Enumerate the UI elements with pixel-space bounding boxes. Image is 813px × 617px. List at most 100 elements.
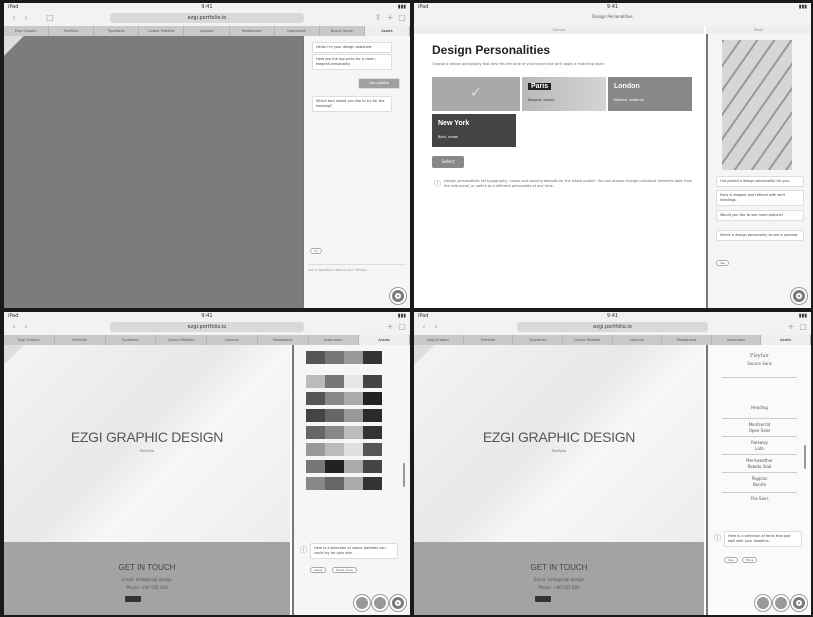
font-option[interactable]: Lato xyxy=(708,446,811,452)
color-swatch[interactable] xyxy=(344,443,363,456)
tab[interactable]: Brand Guide xyxy=(320,26,365,36)
color-swatch[interactable] xyxy=(344,426,363,439)
font-option[interactable]: Source Sans xyxy=(708,361,811,367)
color-swatch[interactable] xyxy=(325,375,344,388)
color-swatch[interactable] xyxy=(344,392,363,405)
settings-button[interactable] xyxy=(372,595,388,611)
palette-row[interactable] xyxy=(306,443,382,456)
tab[interactable]: Colour Palettes xyxy=(563,335,613,345)
palette-row[interactable] xyxy=(306,460,382,473)
palette-row[interactable] xyxy=(306,392,382,405)
tabs-icon[interactable]: ▢ xyxy=(799,322,807,331)
tabs-icon[interactable]: ▢ xyxy=(398,322,406,331)
tab[interactable]: Inspiration xyxy=(309,335,360,345)
forward-icon[interactable]: › xyxy=(22,13,30,22)
color-swatch[interactable] xyxy=(325,426,344,439)
tab[interactable]: Typefaces xyxy=(94,26,140,36)
tab-active[interactable]: Assets xyxy=(761,335,811,345)
tab[interactable]: Colour Palettes xyxy=(156,335,207,345)
tab[interactable]: Moodboard xyxy=(258,335,309,345)
color-swatch[interactable] xyxy=(306,409,325,422)
personality-card-london[interactable]: London Modern, editorial xyxy=(608,77,692,111)
color-swatch[interactable] xyxy=(363,392,382,405)
color-swatch[interactable] xyxy=(306,392,325,405)
font-option[interactable]: Nunito xyxy=(708,482,811,488)
url-bar[interactable]: ezgi.portfolio.io xyxy=(109,322,305,332)
tab[interactable]: Portfolio xyxy=(464,335,514,345)
scrollbar-thumb[interactable] xyxy=(403,463,405,487)
tabs-icon[interactable]: ▢ xyxy=(398,13,406,22)
color-swatch[interactable] xyxy=(306,426,325,439)
color-swatch[interactable] xyxy=(344,351,363,364)
assistant-button[interactable] xyxy=(791,288,807,304)
palette-row[interactable] xyxy=(306,351,382,364)
contact-button[interactable] xyxy=(535,596,551,602)
font-option[interactable]: Heading xyxy=(708,405,811,411)
color-swatch[interactable] xyxy=(363,351,382,364)
chat-reply[interactable]: Use palette xyxy=(358,78,400,89)
tab[interactable]: Portfolio xyxy=(49,26,95,36)
color-swatch[interactable] xyxy=(325,392,344,405)
tab[interactable]: Ezgi Graphic xyxy=(4,335,55,345)
personality-card[interactable]: ✓ xyxy=(432,77,520,111)
palette-row[interactable] xyxy=(306,426,382,439)
color-swatch[interactable] xyxy=(344,409,363,422)
undo-button[interactable] xyxy=(354,595,370,611)
color-swatch[interactable] xyxy=(306,351,325,364)
color-swatch[interactable] xyxy=(325,477,344,490)
font-option[interactable]: Playfair xyxy=(708,353,811,359)
tab[interactable]: Layouts xyxy=(184,26,230,36)
tab[interactable]: Typefaces xyxy=(106,335,157,345)
assistant-button[interactable] xyxy=(390,595,406,611)
tab[interactable]: Layouts xyxy=(207,335,258,345)
font-option[interactable]: Fira Sans xyxy=(708,496,811,502)
color-swatch[interactable] xyxy=(325,443,344,456)
show-more-chip[interactable]: Show more xyxy=(332,567,357,573)
color-swatch[interactable] xyxy=(306,443,325,456)
color-swatch[interactable] xyxy=(306,477,325,490)
color-swatch[interactable] xyxy=(344,477,363,490)
forward-icon[interactable]: › xyxy=(22,322,30,331)
personality-card-new-york[interactable]: New York Bold, urban xyxy=(432,114,516,147)
tab[interactable]: Moodboard xyxy=(230,26,275,36)
color-swatch[interactable] xyxy=(306,375,325,388)
personality-card-paris[interactable]: Paris Elegant, classic xyxy=(522,77,606,111)
color-swatch[interactable] xyxy=(363,477,382,490)
suggestion-chip[interactable]: Yes xyxy=(716,260,729,266)
color-swatch[interactable] xyxy=(306,460,325,473)
color-swatch[interactable] xyxy=(344,460,363,473)
tab[interactable]: Moodboard xyxy=(662,335,712,345)
tab[interactable]: Layouts xyxy=(613,335,663,345)
select-button[interactable]: Select xyxy=(432,156,464,168)
url-bar[interactable]: ezgi.portfolio.io xyxy=(109,13,305,23)
back-icon[interactable]: ‹ xyxy=(10,322,18,331)
add-tab-icon[interactable]: + xyxy=(787,322,795,331)
color-swatch[interactable] xyxy=(363,375,382,388)
font-option[interactable]: Open Sans xyxy=(708,428,811,434)
color-swatch[interactable] xyxy=(363,460,382,473)
palette-row[interactable] xyxy=(306,375,382,388)
tab-active[interactable]: Assets xyxy=(364,26,410,36)
url-bar[interactable]: ezgi.portfolio.io xyxy=(517,322,708,332)
tab[interactable]: Ezgi Graphic xyxy=(4,26,50,36)
palette-row[interactable] xyxy=(306,409,382,422)
color-swatch[interactable] xyxy=(325,351,344,364)
settings-button[interactable] xyxy=(773,595,789,611)
forward-icon[interactable]: › xyxy=(432,322,440,331)
back-icon[interactable]: ‹ xyxy=(420,322,428,331)
suggestion-chip[interactable]: Try xyxy=(310,248,323,254)
tab-active[interactable]: Assets xyxy=(359,335,410,345)
undo-button[interactable] xyxy=(755,595,771,611)
more-chip[interactable]: More xyxy=(742,557,758,563)
back-icon[interactable]: ‹ xyxy=(10,13,18,22)
tab[interactable]: Ezgi Graphic xyxy=(414,335,464,345)
palette-row[interactable] xyxy=(306,477,382,490)
color-swatch[interactable] xyxy=(325,409,344,422)
tab[interactable]: Inspiration xyxy=(712,335,762,345)
tab[interactable]: Colour Palettes xyxy=(139,26,185,36)
color-swatch[interactable] xyxy=(325,460,344,473)
add-tab-icon[interactable]: + xyxy=(386,13,394,22)
color-swatch[interactable] xyxy=(363,426,382,439)
contact-button[interactable] xyxy=(125,596,141,602)
assistant-button[interactable] xyxy=(390,288,406,304)
